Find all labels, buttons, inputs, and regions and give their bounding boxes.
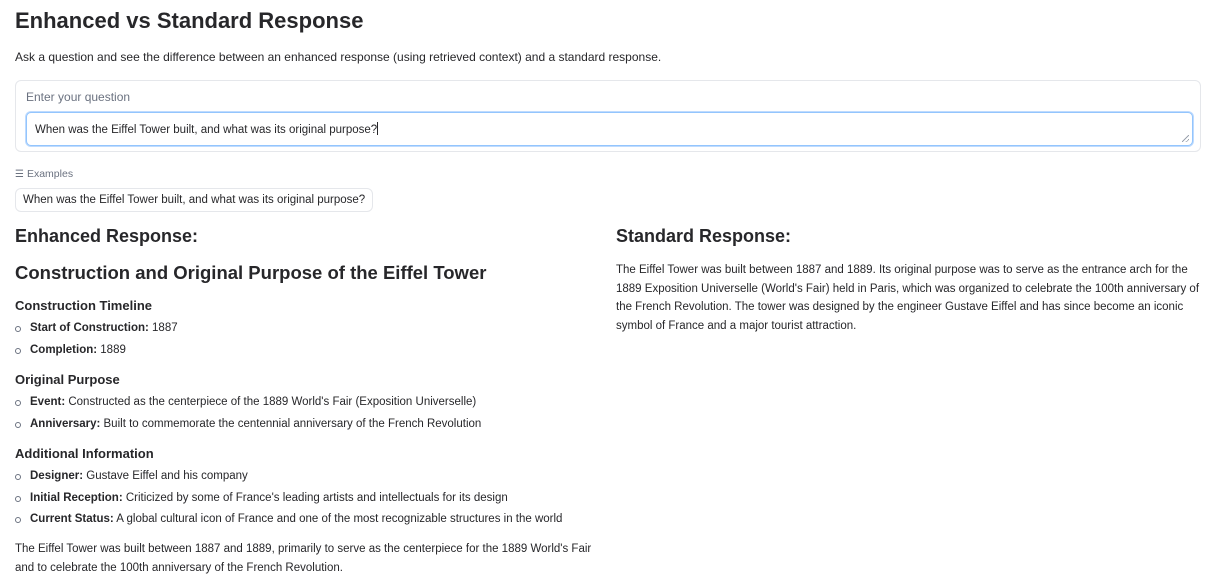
example-item[interactable]: When was the Eiffel Tower built, and wha… — [15, 188, 374, 212]
examples-label: Examples — [26, 168, 74, 180]
question-label: Enter your question — [26, 90, 131, 104]
text-caret — [377, 122, 379, 135]
examples-header: ☰ Examples — [15, 168, 73, 180]
question-input[interactable]: When was the Eiffel Tower built, and wha… — [26, 112, 1193, 146]
list-item: Anniversary: Built to commemorate the ce… — [15, 414, 481, 436]
page-description: Ask a question and see the difference be… — [15, 50, 662, 64]
enhanced-response-title: Construction and Original Purpose of the… — [15, 262, 487, 283]
standard-response-text: The Eiffel Tower was built between 1887 … — [616, 264, 1200, 332]
enhanced-summary: The Eiffel Tower was built between 1887 … — [15, 543, 592, 574]
list-item: Start of Construction: 1887 — [15, 318, 178, 340]
list-icon: ☰ — [15, 169, 24, 180]
standard-response-heading: Standard Response: — [616, 226, 792, 246]
enhanced-response-panel: Enhanced Response: Construction and Orig… — [15, 226, 595, 574]
additional-list: Designer: Gustave Eiffel and his company… — [15, 466, 562, 531]
list-item: Event: Constructed as the centerpiece of… — [15, 392, 481, 414]
purpose-list: Event: Constructed as the centerpiece of… — [15, 392, 481, 435]
resize-handle-icon[interactable] — [1182, 135, 1189, 142]
question-block: Enter your question When was the Eiffel … — [15, 80, 1201, 152]
section-heading-construction: Construction Timeline — [15, 298, 152, 313]
list-item: Current Status: A global cultural icon o… — [15, 509, 562, 531]
section-heading-additional: Additional Information — [15, 446, 154, 461]
page-title: Enhanced vs Standard Response — [15, 8, 364, 33]
list-item: Initial Reception: Criticized by some of… — [15, 488, 562, 510]
section-heading-purpose: Original Purpose — [15, 372, 120, 387]
enhanced-response-heading: Enhanced Response: — [15, 226, 199, 246]
question-input-value: When was the Eiffel Tower built, and wha… — [35, 124, 378, 136]
list-item: Designer: Gustave Eiffel and his company — [15, 466, 562, 488]
standard-response-panel: Standard Response: The Eiffel Tower was … — [616, 226, 1206, 332]
construction-list: Start of Construction: 1887 Completion: … — [15, 318, 178, 361]
list-item: Completion: 1889 — [15, 340, 178, 362]
